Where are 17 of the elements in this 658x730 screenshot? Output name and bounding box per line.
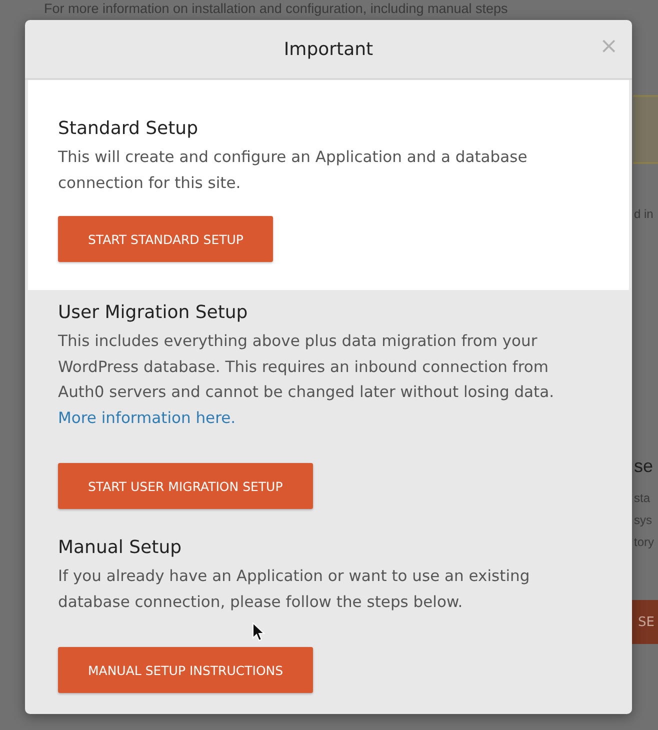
modal-title: Important [284, 38, 374, 60]
page-button[interactable]: SE [632, 600, 658, 644]
section-heading: Standard Setup [58, 118, 198, 139]
section-heading: Manual Setup [58, 537, 182, 558]
setup-button[interactable]: START STANDARD SETUP [58, 216, 274, 262]
intro-text: For more information on installation and configuration, including manual steps [44, 1, 508, 16]
section-description: This will create and configure an Application and a database connection for this site. [58, 147, 528, 194]
info-link[interactable]: More information here. [58, 408, 236, 426]
section-heading: User Migration Setup [58, 302, 248, 323]
setup-button[interactable]: START USER MIGRATION SETUP [58, 463, 313, 509]
section-heading: se [634, 455, 654, 477]
notice-banner [633, 95, 658, 164]
section-description: This includes everything above plus data migration from your WordPress database. This requires an inbound connection from Auth0 servers and cannot be changed later without losing data. More information here. [58, 331, 556, 428]
setup-button[interactable]: MANUAL SETUP INSTRUCTIONS [58, 647, 314, 693]
body-text: tory [634, 534, 654, 551]
section-description: If you already have an Application or want to use an existing database connection, please follow the steps below. [58, 566, 531, 612]
mouse-pointer-icon [252, 622, 265, 642]
